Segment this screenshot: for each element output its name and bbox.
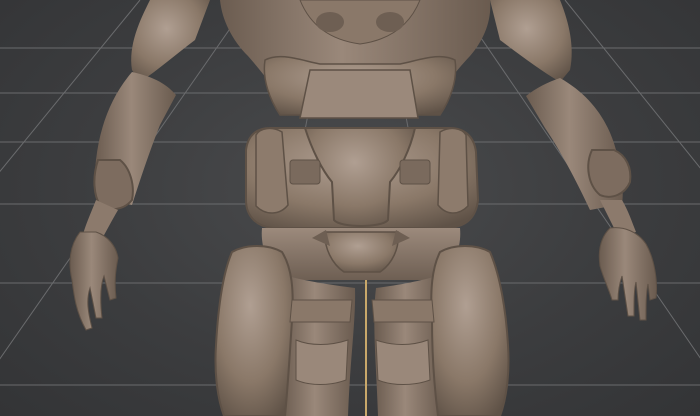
- sculpt-model[interactable]: [69, 0, 657, 416]
- 3d-viewport[interactable]: [0, 0, 700, 416]
- torso: [220, 0, 491, 119]
- belt: [245, 127, 480, 229]
- pelvis: [261, 228, 461, 280]
- left-arm: [69, 0, 210, 331]
- viewport-canvas[interactable]: [0, 0, 700, 416]
